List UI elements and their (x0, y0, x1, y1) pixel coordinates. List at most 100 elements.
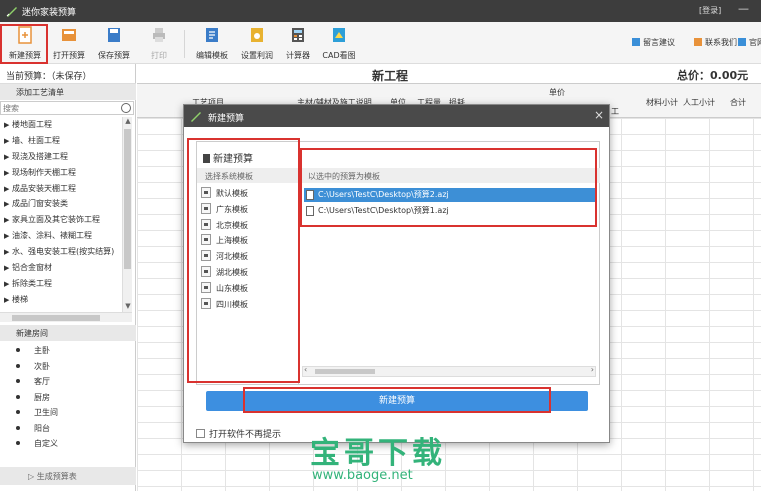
dialog-body: 新建预算 选择系统模板 默认模板 广东模板 北京模板 上海模板 河北模板 湖北模… (196, 141, 600, 385)
room-item[interactable]: 客厅 (0, 374, 136, 390)
room-item[interactable]: 阳台 (0, 421, 136, 437)
craft-item[interactable]: ▶ 油漆、涂料、裱糊工程 (0, 228, 121, 244)
scroll-down-icon[interactable]: ▼ (123, 302, 133, 312)
cad-viewer-button[interactable]: CAD看图 (317, 24, 361, 62)
system-template-label: 选择系统模板 (197, 168, 298, 183)
open-budget-label: 打开预算 (53, 51, 85, 60)
dialog-title-bar: 新建预算 × (184, 105, 609, 127)
bullet-icon (16, 363, 20, 368)
edit-template-button[interactable]: 编辑模板 (190, 24, 234, 62)
template-item[interactable]: 北京模板 (201, 218, 248, 234)
generate-budget-button[interactable]: ▷ 生成预算表 (0, 467, 136, 485)
craft-item[interactable]: ▶ 现场制作天棚工程 (0, 165, 121, 181)
template-item[interactable]: 默认模板 (201, 186, 248, 202)
room-item[interactable]: 厨房 (0, 390, 136, 406)
expand-arrow-icon[interactable]: ▶ (4, 229, 12, 244)
search-icon[interactable] (121, 103, 131, 113)
craft-vertical-scrollbar[interactable]: ▲ ▼ (122, 117, 132, 312)
expand-arrow-icon[interactable]: ▶ (4, 277, 12, 292)
craft-item[interactable]: ▶ 墙、柱面工程 (0, 133, 121, 149)
bullet-icon (16, 425, 20, 430)
website-icon (738, 38, 746, 46)
watermark-text: 宝哥下载 (310, 436, 446, 471)
login-link[interactable]: [登录] (699, 5, 721, 16)
expand-arrow-icon[interactable]: ▶ (4, 197, 12, 212)
template-item[interactable]: 广东模板 (201, 202, 248, 218)
craft-item[interactable]: ▶ 铝合金窗材 (0, 260, 121, 276)
craft-item-label: 拆除类工程 (12, 278, 52, 288)
room-item[interactable]: 次卧 (0, 359, 136, 375)
close-icon[interactable]: × (594, 108, 604, 122)
craft-item[interactable]: ▶ 楼地面工程 (0, 117, 121, 133)
craft-item[interactable]: ▶ 成品门窗安装类 (0, 196, 121, 212)
room-item[interactable]: 卫生间 (0, 405, 136, 421)
budget-file-row[interactable]: C:\Users\TestC\Desktop\预算2.azj (304, 188, 596, 202)
expand-arrow-icon[interactable]: ▶ (4, 150, 12, 165)
template-icon (201, 281, 211, 293)
system-template-column: 新建预算 选择系统模板 默认模板 广东模板 北京模板 上海模板 河北模板 湖北模… (197, 142, 299, 384)
expand-arrow-icon[interactable]: ▶ (4, 134, 12, 149)
template-item[interactable]: 上海模板 (201, 233, 248, 249)
calculator-icon (292, 28, 304, 42)
edit-template-label: 编辑模板 (196, 51, 228, 60)
room-item[interactable]: 主卧 (0, 343, 136, 359)
no-prompt-checkbox[interactable] (196, 429, 205, 438)
profit-settings-label: 设置利润 (241, 51, 273, 60)
create-budget-button[interactable]: 新建预算 (206, 391, 588, 411)
scroll-thumb[interactable] (315, 369, 375, 374)
expand-arrow-icon[interactable]: ▶ (4, 213, 12, 228)
room-item-label: 主卧 (34, 346, 50, 355)
print-button[interactable]: 打印 (137, 24, 181, 62)
budget-file-path: C:\Users\TestC\Desktop\预算1.azj (318, 206, 449, 215)
craft-item[interactable]: ▶ 现浇及搭建工程 (0, 149, 121, 165)
website-link[interactable]: 官网 (738, 37, 761, 48)
bullet-icon (16, 394, 20, 399)
new-budget-label: 新建预算 (9, 51, 41, 60)
file-icon (306, 206, 314, 216)
minimize-button[interactable]: — (738, 2, 749, 15)
room-item[interactable]: 自定义 (0, 436, 136, 452)
template-item-label: 湖北模板 (216, 267, 248, 277)
template-item[interactable]: 四川模板 (201, 297, 248, 313)
template-item[interactable]: 河北模板 (201, 249, 248, 265)
template-item-label: 北京模板 (216, 220, 248, 230)
budget-file-path: C:\Users\TestC\Desktop\预算2.azj (318, 190, 449, 199)
template-item[interactable]: 山东模板 (201, 281, 248, 297)
craft-search-input[interactable]: 搜索 (0, 101, 134, 115)
expand-arrow-icon[interactable]: ▶ (4, 118, 12, 133)
column-header-material-subtotal: 材料小计 (646, 98, 678, 107)
left-panel: 当前预算：（未保存） 添加工艺清单 搜索 ▶ 楼地面工程 ▶ 墙、柱面工程 ▶ 现浇及… (0, 64, 136, 491)
column-header-total: 合计 (730, 98, 746, 107)
template-item[interactable]: 湖北模板 (201, 265, 248, 281)
craft-item[interactable]: ▶ 楼梯 (0, 292, 121, 308)
craft-horizontal-scrollbar[interactable] (0, 312, 132, 322)
scroll-thumb[interactable] (12, 315, 100, 321)
scroll-up-icon[interactable]: ▲ (123, 117, 133, 127)
craft-item[interactable]: ▶ 拆除类工程 (0, 276, 121, 292)
expand-arrow-icon[interactable]: ▶ (4, 166, 12, 181)
calculator-button[interactable]: 计算器 (276, 24, 320, 62)
scroll-right-icon[interactable]: › (591, 365, 594, 374)
scroll-left-icon[interactable]: ‹ (304, 365, 307, 374)
expand-arrow-icon[interactable]: ▶ (4, 182, 12, 197)
craft-item-label: 铝合金窗材 (12, 263, 52, 273)
bullet-icon (16, 441, 20, 445)
expand-arrow-icon[interactable]: ▶ (4, 245, 12, 260)
budget-file-row[interactable]: C:\Users\TestC\Desktop\预算1.azj (304, 204, 596, 218)
craft-item[interactable]: ▶ 水、强电安装工程(按实结算) (0, 244, 121, 260)
expand-arrow-icon[interactable]: ▶ (4, 293, 12, 308)
expand-arrow-icon[interactable]: ▶ (4, 261, 12, 276)
room-item-label: 卫生间 (34, 408, 58, 417)
open-budget-button[interactable]: 打开预算 (47, 24, 91, 62)
new-budget-icon (18, 26, 32, 44)
profit-settings-button[interactable]: 设置利润 (235, 24, 279, 62)
message-link[interactable]: 留言建议 (632, 37, 675, 48)
contact-link[interactable]: 联系我们 (694, 37, 737, 48)
scroll-thumb[interactable] (124, 129, 131, 269)
craft-item[interactable]: ▶ 成品安装天棚工程 (0, 181, 121, 197)
file-list-horizontal-scrollbar[interactable]: ‹ › (302, 365, 596, 377)
save-budget-button[interactable]: 保存预算 (92, 24, 136, 62)
new-budget-button[interactable]: 新建预算 (3, 24, 47, 62)
craft-item[interactable]: ▶ 家具立面及其它装饰工程 (0, 212, 121, 228)
no-prompt-option[interactable]: 打开软件不再提示 (196, 427, 281, 440)
